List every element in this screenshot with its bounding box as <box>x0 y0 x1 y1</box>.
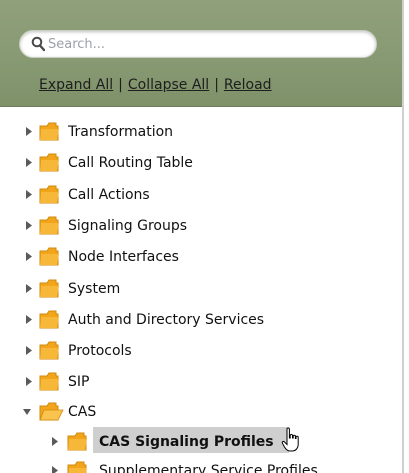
open-folder-icon <box>39 402 64 421</box>
expand-arrow-icon[interactable] <box>24 283 34 294</box>
search-icon <box>31 36 45 52</box>
search-box[interactable]: Search... <box>19 30 377 58</box>
folder-icon <box>39 185 59 204</box>
folder-icon <box>39 153 59 172</box>
search-placeholder[interactable]: Search... <box>48 37 105 52</box>
tree-item-label[interactable]: Call Actions <box>68 187 150 203</box>
folder-icon <box>39 216 59 235</box>
expand-arrow-icon[interactable] <box>24 314 34 325</box>
tree-item-label[interactable]: Transformation <box>68 124 173 140</box>
collapse-arrow-icon[interactable] <box>22 406 32 417</box>
tree-item-label[interactable]: Auth and Directory Services <box>68 312 264 328</box>
expand-arrow-icon[interactable] <box>24 345 34 356</box>
separator: | <box>118 77 123 93</box>
expand-arrow-icon[interactable] <box>50 465 60 473</box>
expand-all-link[interactable]: Expand All <box>39 77 113 93</box>
folder-icon <box>39 247 59 266</box>
tree-item-label[interactable]: Signaling Groups <box>68 218 187 234</box>
folder-icon <box>67 432 87 451</box>
folder-icon <box>39 341 59 360</box>
tree-actions: Expand All | Collapse All | Reload <box>39 77 272 93</box>
tree-item-label[interactable]: Protocols <box>68 343 132 359</box>
tree-item-label[interactable]: System <box>68 281 120 297</box>
collapse-all-link[interactable]: Collapse All <box>128 77 209 93</box>
expand-arrow-icon[interactable] <box>24 157 34 168</box>
tree-item-label[interactable]: CAS Signaling Profiles <box>99 434 274 450</box>
expand-arrow-icon[interactable] <box>24 126 34 137</box>
expand-arrow-icon[interactable] <box>24 376 34 387</box>
tree-item-label[interactable]: Call Routing Table <box>68 155 193 171</box>
folder-icon <box>39 372 59 391</box>
folder-icon <box>39 310 59 329</box>
folder-icon <box>39 279 59 298</box>
tree-item-label[interactable]: CAS <box>68 404 96 420</box>
tree-item-label[interactable]: SIP <box>68 374 89 390</box>
folder-icon <box>67 461 87 473</box>
separator: | <box>214 77 219 93</box>
tree-item-label[interactable]: Supplementary Service Profiles <box>99 463 318 473</box>
expand-arrow-icon[interactable] <box>24 220 34 231</box>
expand-arrow-icon[interactable] <box>50 436 60 447</box>
tree-item-label[interactable]: Node Interfaces <box>68 249 179 265</box>
panel-header: Search... Expand All | Collapse All | Reload <box>0 0 402 107</box>
folder-icon <box>39 122 59 141</box>
hand-cursor-icon <box>281 427 299 452</box>
expand-arrow-icon[interactable] <box>24 189 34 200</box>
navigation-panel: Search... Expand All | Collapse All | Reload… <box>0 0 404 473</box>
reload-link[interactable]: Reload <box>224 77 272 93</box>
expand-arrow-icon[interactable] <box>24 251 34 262</box>
